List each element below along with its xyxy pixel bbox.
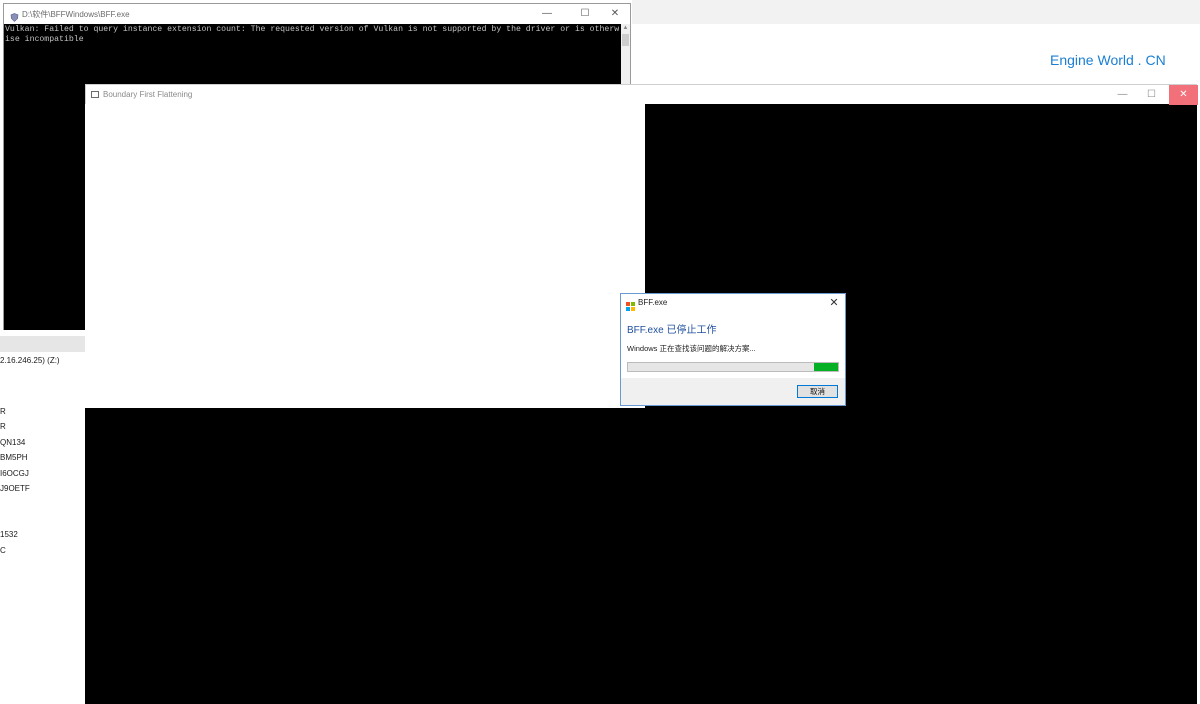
sidebar-item[interactable]: C xyxy=(0,546,6,555)
dialog-footer: 取消 xyxy=(621,378,845,405)
console-output-text: Vulkan: Failed to query instance extensi… xyxy=(5,25,620,44)
explorer-sidebar: 2.16.246.25) (Z:) R R QN134 BM5PH I6OCGJ… xyxy=(0,336,85,704)
console-titlebar[interactable]: D:\软件\BFFWindows\BFF.exe — ☐ ✕ xyxy=(4,4,630,24)
minimize-button[interactable]: — xyxy=(1108,85,1137,105)
console-title: D:\软件\BFFWindows\BFF.exe xyxy=(22,10,130,19)
scroll-thumb[interactable] xyxy=(622,34,629,46)
progress-bar-fill xyxy=(814,363,838,371)
sidebar-item[interactable]: R xyxy=(0,422,6,431)
scroll-up-arrow-icon[interactable]: ▲ xyxy=(621,24,630,33)
shield-app-icon xyxy=(10,9,19,22)
maximize-button[interactable]: ☐ xyxy=(1137,85,1166,105)
sidebar-item[interactable]: I6OCGJ xyxy=(0,469,29,478)
close-button[interactable]: ✕ xyxy=(601,7,629,21)
window-app-icon xyxy=(91,91,99,98)
dialog-titlebar[interactable]: BFF.exe ✕ xyxy=(621,294,845,312)
cancel-button[interactable]: 取消 xyxy=(797,385,838,398)
sidebar-header xyxy=(0,336,85,352)
sidebar-item[interactable]: R xyxy=(0,407,6,416)
sidebar-item-network-drive[interactable]: 2.16.246.25) (Z:) xyxy=(0,356,60,365)
bff-window-title: Boundary First Flattening xyxy=(103,90,193,99)
dialog-message: Windows 正在查找该问题的解决方案... xyxy=(627,344,756,353)
maximize-button[interactable]: ☐ xyxy=(571,7,599,21)
dialog-close-button[interactable]: ✕ xyxy=(827,296,841,310)
sidebar-item[interactable]: J9OETF xyxy=(0,484,30,493)
dialog-heading: BFF.exe 已停止工作 xyxy=(627,325,717,336)
windows-flag-icon xyxy=(626,298,635,311)
bff-titlebar[interactable]: Boundary First Flattening — ☐ ✕ xyxy=(85,84,1198,105)
browser-header-bar xyxy=(632,0,1200,24)
sidebar-item[interactable]: QN134 xyxy=(0,438,25,447)
sidebar-item[interactable]: 1532 xyxy=(0,530,18,539)
render-canvas-unpainted xyxy=(85,104,645,408)
minimize-button[interactable]: — xyxy=(533,7,561,21)
sidebar-item[interactable]: BM5PH xyxy=(0,453,28,462)
progress-bar xyxy=(627,362,839,372)
close-button[interactable]: ✕ xyxy=(1169,85,1198,105)
error-dialog[interactable]: BFF.exe ✕ BFF.exe 已停止工作 Windows 正在查找该问题的… xyxy=(620,293,846,406)
dialog-title: BFF.exe xyxy=(638,298,668,307)
brand-watermark-text: Engine World . CN xyxy=(1050,52,1166,68)
